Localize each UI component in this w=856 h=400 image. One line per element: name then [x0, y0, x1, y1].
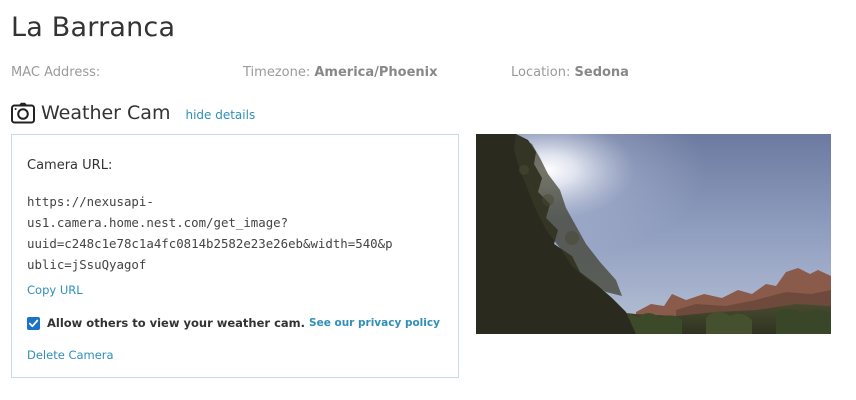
camera-url-value: https://nexusapi- us1.camera.home.nest.c… — [27, 191, 447, 275]
section-title: Weather Cam — [41, 102, 171, 124]
location: Location: Sedona — [511, 64, 629, 82]
station-page: La Barranca MAC Address: Timezone: Ameri… — [0, 0, 856, 400]
allow-view-checkbox[interactable] — [27, 316, 40, 330]
hide-details-link[interactable]: hide details — [185, 105, 255, 122]
location-value: Sedona — [574, 65, 629, 80]
camera-url-line: uuid=c248c1e78c1a4fc0814b2582e23e26eb&wi… — [27, 236, 393, 251]
allow-view-row: Allow others to view your weather cam. S… — [27, 316, 440, 330]
camera-url-line: ublic=jSsuQyagof — [27, 257, 147, 272]
camera-url-line: https://nexusapi- — [27, 194, 154, 209]
timezone: Timezone: America/Phoenix — [243, 64, 438, 82]
weather-cam-image — [476, 134, 831, 334]
copy-url-link[interactable]: Copy URL — [27, 283, 83, 297]
camera-url-line: us1.camera.home.nest.com/get_image? — [27, 215, 289, 230]
camera-icon — [11, 102, 35, 124]
timezone-value: America/Phoenix — [314, 65, 438, 80]
delete-camera-link[interactable]: Delete Camera — [27, 348, 114, 362]
checkmark-icon — [28, 319, 39, 327]
mac-address-label: MAC Address: — [11, 65, 101, 80]
timezone-label: Timezone: — [243, 65, 311, 80]
mac-address: MAC Address: — [11, 64, 100, 82]
weather-cam-header: Weather Cam hide details — [11, 100, 255, 126]
page-title: La Barranca — [11, 12, 176, 43]
camera-details-card: Camera URL: https://nexusapi- us1.camera… — [11, 134, 459, 378]
allow-view-label: Allow others to view your weather cam. — [47, 316, 306, 330]
camera-url-label: Camera URL: — [27, 158, 113, 173]
privacy-policy-link[interactable]: See our privacy policy — [309, 317, 440, 329]
location-label: Location: — [511, 65, 571, 80]
